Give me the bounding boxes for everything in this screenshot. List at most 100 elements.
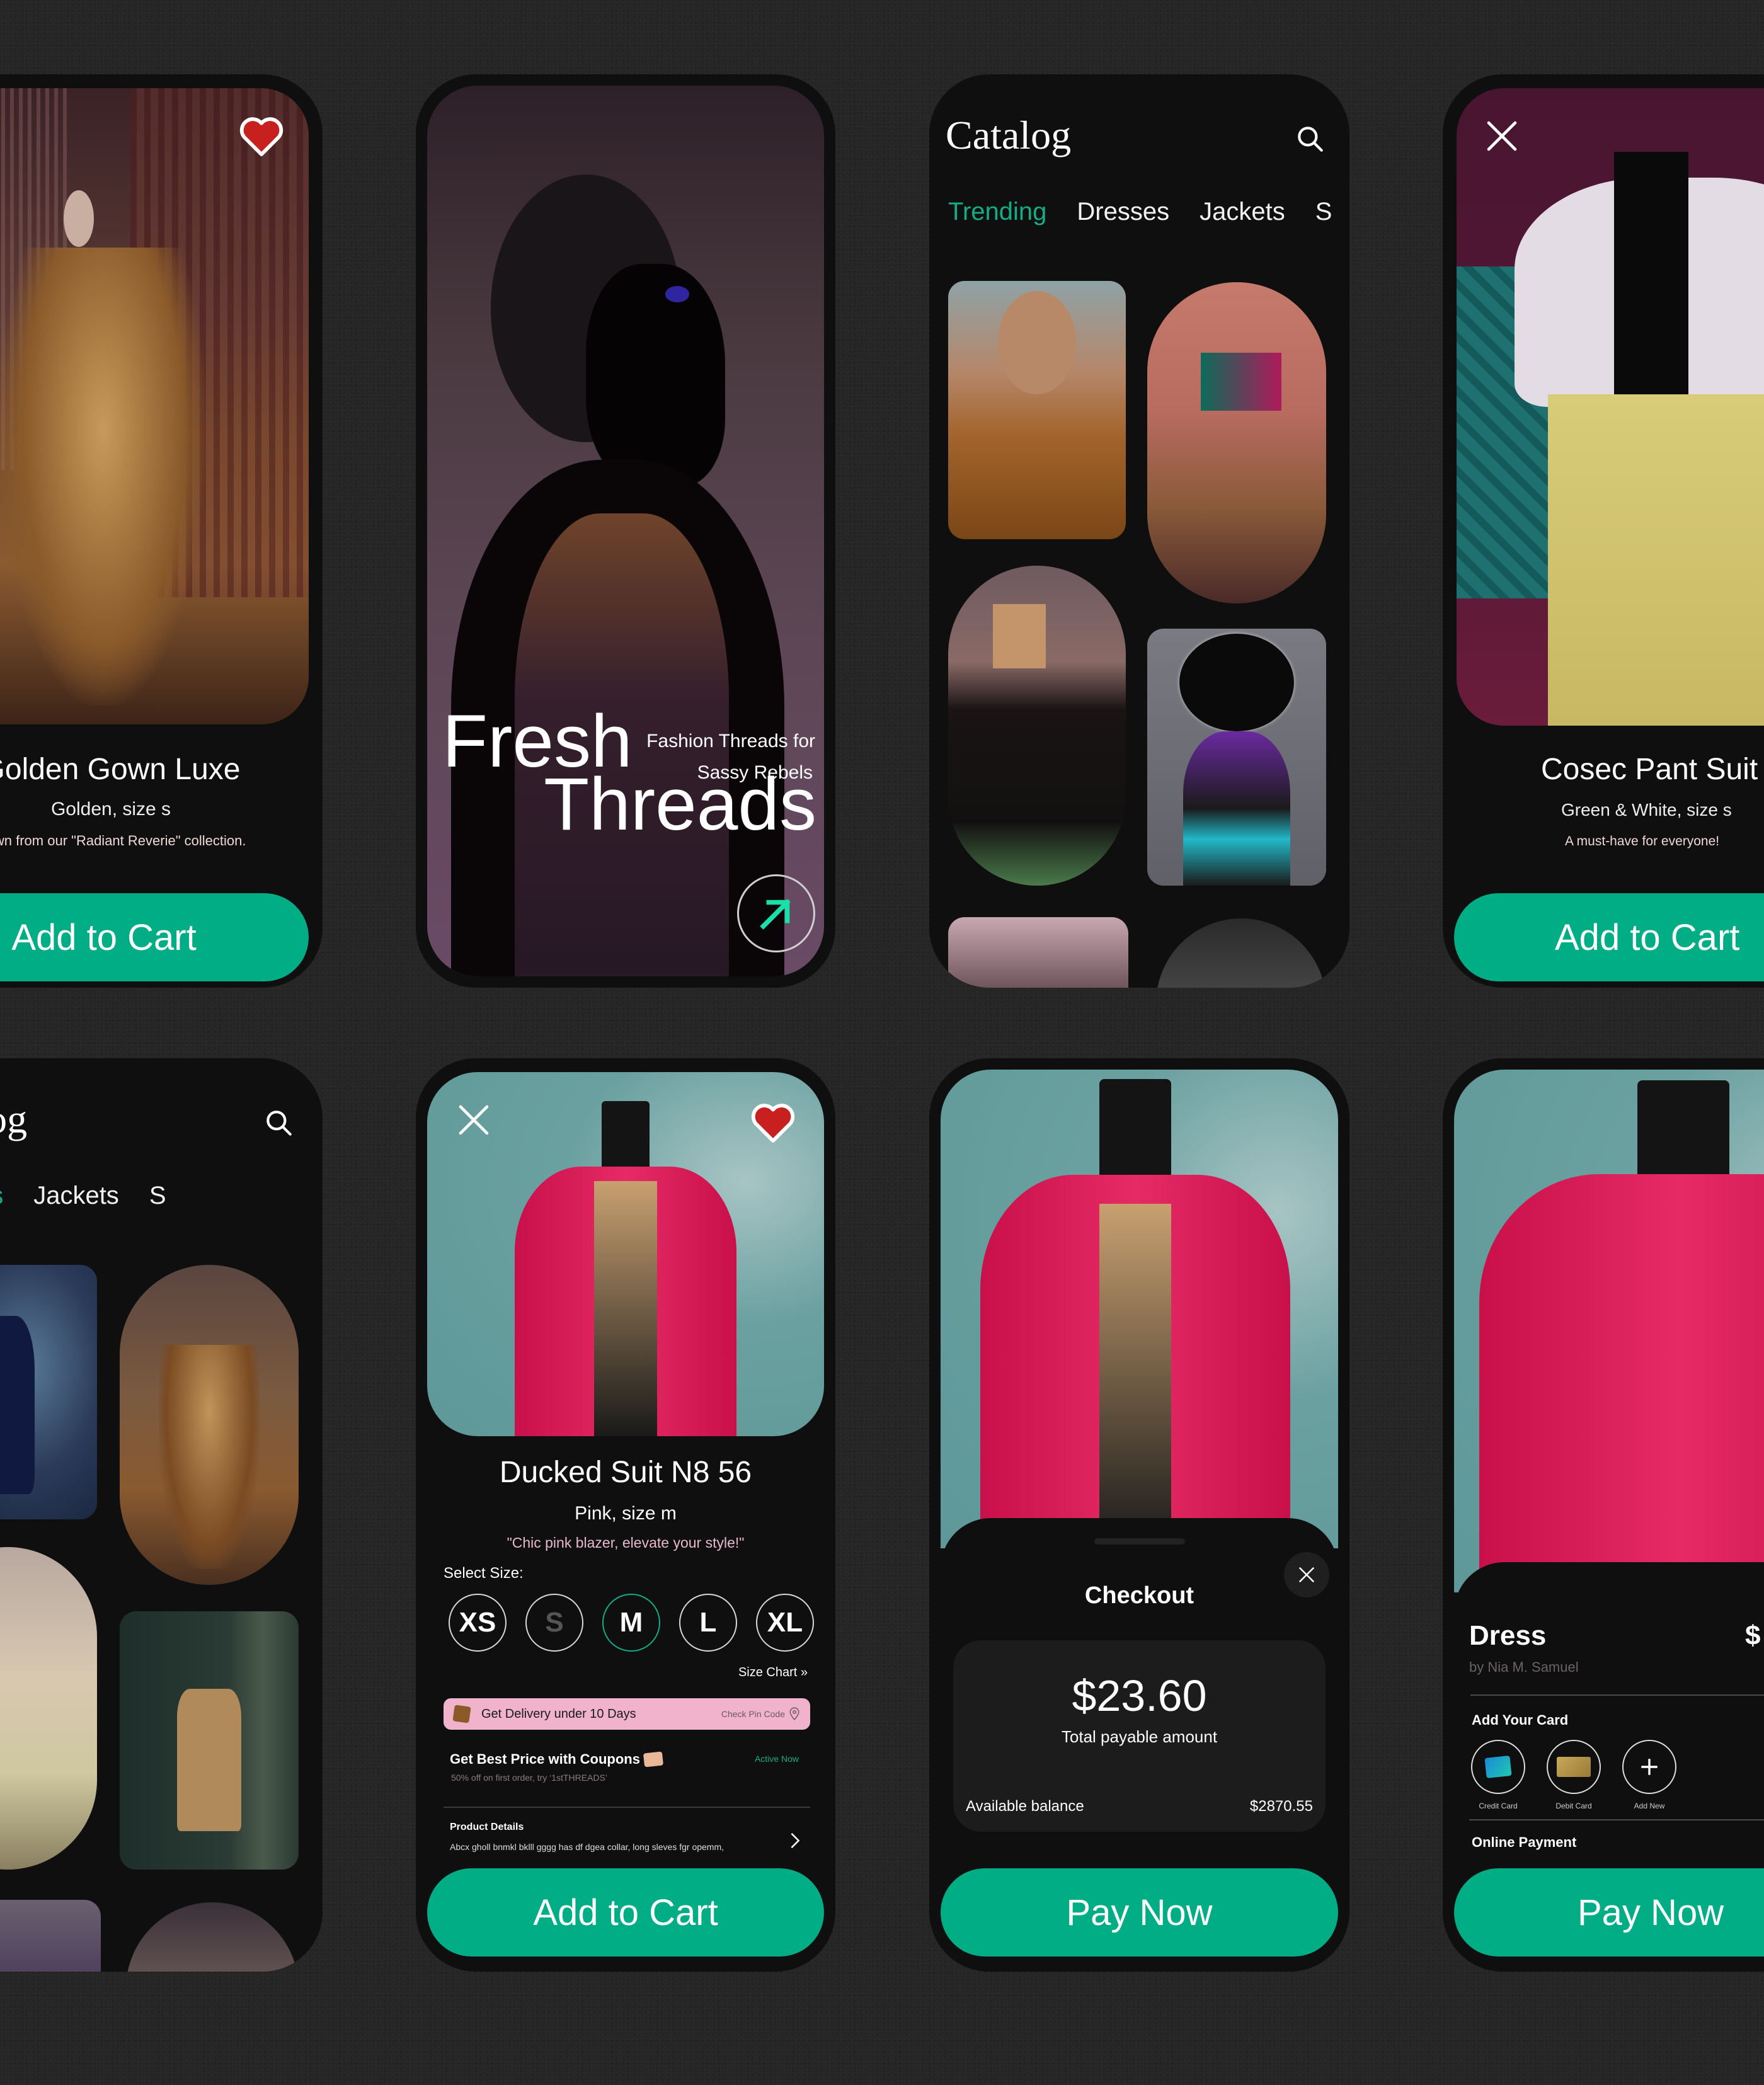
arrow-up-right-icon xyxy=(760,899,791,930)
select-size-label: Select Size: xyxy=(444,1565,524,1582)
tab-jackets[interactable]: Jackets xyxy=(1200,198,1285,226)
card-options: Credit Card Debit Card Add New xyxy=(1471,1740,1676,1810)
delivery-banner: Get Delivery under 10 Days Check Pin Cod… xyxy=(444,1698,810,1730)
coupon-subtitle: 50% off on first order, try ‘1stTHREADS’ xyxy=(451,1773,607,1783)
product-details-text: Abcx gholl bnmkl bklll gggg has df dgea … xyxy=(450,1842,724,1852)
tab-dresses[interactable]: Dresses xyxy=(1077,198,1169,226)
tab-more[interactable]: S xyxy=(1315,198,1332,226)
product-subtitle: Golden, size s xyxy=(50,799,171,820)
delivery-text: Get Delivery under 10 Days xyxy=(481,1706,636,1721)
phone-catalog-trending: Catalog Trending Dresses Jackets S xyxy=(929,74,1349,988)
tab-more[interactable]: S xyxy=(149,1182,166,1210)
sheet-drag-handle[interactable] xyxy=(1094,1538,1185,1545)
size-chart-link[interactable]: Size Chart » xyxy=(738,1665,808,1680)
phone-catalog-dresses: Catalog ng Dresses Jackets S xyxy=(0,1058,323,1972)
product-title: Golden Gown Luxe xyxy=(0,753,241,786)
search-icon[interactable] xyxy=(1295,123,1326,155)
product-description: "Chic pink blazer, elevate your style!" xyxy=(507,1534,745,1551)
coupon-ticket-icon xyxy=(643,1751,664,1768)
add-to-cart-button[interactable]: Add to Cart xyxy=(0,893,309,981)
location-pin-icon xyxy=(789,1707,799,1721)
size-option-xl[interactable]: XL xyxy=(756,1594,814,1652)
product-image-pink-blazer xyxy=(1454,1070,1764,1592)
chevron-right-icon[interactable] xyxy=(789,1832,801,1849)
total-amount: $23.60 xyxy=(1072,1671,1207,1720)
catalog-item[interactable] xyxy=(126,1902,299,1972)
product-description: Gown from our "Radiant Reverie" collecti… xyxy=(0,833,246,848)
size-option-xs[interactable]: XS xyxy=(449,1594,507,1652)
product-title: Ducked Suit N8 56 xyxy=(499,1456,752,1489)
phone-payment: Dress $ by Nia M. Samuel Add Your Card C… xyxy=(1443,1058,1764,1972)
size-selector: XS S M L XL xyxy=(449,1594,814,1652)
product-description: A must-have for everyone! xyxy=(1565,834,1720,848)
close-icon xyxy=(1298,1567,1315,1583)
product-subtitle: Pink, size m xyxy=(575,1503,677,1524)
available-balance-value: $2870.55 xyxy=(1249,1798,1313,1815)
card-option-label: Debit Card xyxy=(1555,1802,1592,1810)
item-title: Dress xyxy=(1469,1620,1547,1651)
tab-dresses[interactable]: Dresses xyxy=(0,1182,3,1210)
package-icon xyxy=(452,1705,471,1723)
product-image-pink-blazer xyxy=(941,1070,1338,1548)
catalog-item[interactable] xyxy=(948,566,1126,886)
catalog-title: Catalog xyxy=(946,113,1072,157)
tagline-line-2: Sassy Rebels xyxy=(697,762,813,783)
catalog-item[interactable] xyxy=(1147,629,1326,886)
category-tabs: Trending Dresses Jackets S xyxy=(948,198,1332,226)
plus-icon xyxy=(1641,1759,1658,1775)
close-icon[interactable] xyxy=(1484,118,1520,154)
catalog-item[interactable] xyxy=(120,1265,299,1585)
product-image-golden-gown xyxy=(0,88,309,724)
coupon-status[interactable]: Active Now xyxy=(755,1754,799,1764)
catalog-item[interactable] xyxy=(120,1611,299,1870)
check-pin-code-link[interactable]: Check Pin Code xyxy=(721,1709,785,1719)
divider xyxy=(444,1807,810,1808)
card-option-debit[interactable]: Debit Card xyxy=(1547,1740,1601,1810)
catalog-item[interactable] xyxy=(1147,282,1326,603)
phone-product-pantsuit: Cosec Pant Suit Green & White, size s A … xyxy=(1443,74,1764,988)
catalog-item[interactable] xyxy=(0,1547,97,1870)
size-option-m[interactable]: M xyxy=(602,1594,660,1652)
add-to-cart-button[interactable]: Add to Cart xyxy=(1454,893,1764,981)
close-icon[interactable] xyxy=(456,1102,491,1138)
search-icon[interactable] xyxy=(263,1107,295,1139)
coupon-title-text: Get Best Price with Coupons xyxy=(450,1751,640,1767)
catalog-item[interactable] xyxy=(0,1265,97,1519)
pay-now-button[interactable]: Pay Now xyxy=(1454,1868,1764,1956)
add-to-cart-button[interactable]: Add to Cart xyxy=(427,1868,824,1956)
card-option-credit[interactable]: Credit Card xyxy=(1471,1740,1525,1810)
product-image-pantsuit xyxy=(1457,88,1764,726)
heart-icon[interactable] xyxy=(751,1102,795,1143)
product-title: Cosec Pant Suit xyxy=(1541,753,1758,786)
heart-icon[interactable] xyxy=(239,116,284,156)
phone-product-gown: Golden Gown Luxe Golden, size s Gown fro… xyxy=(0,74,323,988)
product-details-title: Product Details xyxy=(450,1822,524,1832)
phone-product-detail: Ducked Suit N8 56 Pink, size m "Chic pin… xyxy=(416,1058,835,1972)
pay-now-button[interactable]: Pay Now xyxy=(941,1868,1338,1956)
category-tabs: ng Dresses Jackets S xyxy=(0,1182,166,1210)
item-author: by Nia M. Samuel xyxy=(1469,1659,1579,1675)
online-payment-label: Online Payment xyxy=(1472,1834,1577,1850)
divider xyxy=(1470,1694,1764,1696)
card-option-add-new[interactable]: Add New xyxy=(1622,1740,1676,1810)
catalog-title: Catalog xyxy=(0,1097,28,1141)
size-option-l[interactable]: L xyxy=(679,1594,737,1652)
phone-splash: Fresh Threads Fashion Threads for Sassy … xyxy=(416,74,835,988)
divider xyxy=(1469,1819,1764,1820)
tagline-line-1: Fashion Threads for xyxy=(646,731,815,751)
add-card-label: Add Your Card xyxy=(1472,1712,1569,1728)
catalog-item[interactable] xyxy=(948,281,1126,539)
size-option-s[interactable]: S xyxy=(525,1594,583,1652)
coupon-title: Get Best Price with Coupons xyxy=(450,1751,664,1768)
get-started-button[interactable] xyxy=(737,874,815,952)
tab-jackets[interactable]: Jackets xyxy=(33,1182,119,1210)
available-balance-label: Available balance xyxy=(966,1798,1084,1815)
tab-trending[interactable]: Trending xyxy=(948,198,1046,226)
catalog-item[interactable] xyxy=(1156,918,1326,988)
card-option-label: Credit Card xyxy=(1479,1802,1518,1810)
checkout-title: Checkout xyxy=(1084,1582,1194,1609)
payment-summary-card: $23.60 Total payable amount Available ba… xyxy=(953,1640,1326,1832)
catalog-item[interactable] xyxy=(0,1900,101,1972)
card-option-label: Add New xyxy=(1634,1802,1665,1810)
catalog-item[interactable] xyxy=(948,917,1128,988)
